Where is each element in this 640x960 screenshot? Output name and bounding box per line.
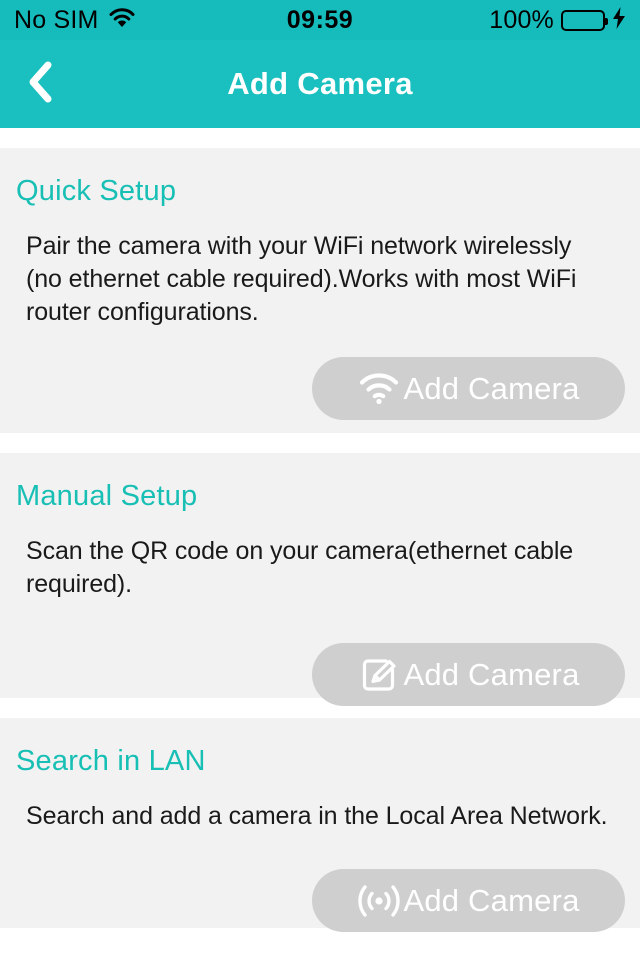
card-action-row: Add Camera (0, 643, 640, 707)
card-heading: Manual Setup (16, 480, 198, 512)
add-camera-button-label: Add Camera (403, 657, 580, 693)
card-heading: Search in LAN (16, 745, 206, 777)
add-camera-button-label: Add Camera (403, 883, 580, 919)
card-heading: Quick Setup (16, 175, 177, 207)
pencil-square-icon (357, 655, 401, 695)
card-quick-setup: Quick Setup Pair the camera with your Wi… (0, 148, 640, 433)
spacer-top (0, 128, 640, 148)
status-bar: No SIM 09:59 100% (0, 0, 640, 40)
card-search-in-lan: Search in LAN Search and add a camera in… (0, 718, 640, 933)
navigation-bar: Add Camera (0, 40, 640, 128)
card-action-row: Add Camera (0, 869, 640, 933)
add-camera-button-quick-setup[interactable]: Add Camera (312, 356, 625, 420)
add-camera-button-search-lan[interactable]: Add Camera (312, 869, 625, 933)
card-description: Search and add a camera in the Local Are… (26, 801, 608, 830)
back-button[interactable] (18, 61, 64, 107)
add-camera-button-manual-setup[interactable]: Add Camera (312, 643, 625, 707)
status-bar-left: No SIM (14, 5, 135, 34)
page-title: Add Camera (227, 66, 413, 101)
carrier-label: No SIM (14, 5, 99, 34)
lightning-bolt-icon (612, 6, 626, 34)
battery-full-icon (561, 9, 608, 31)
broadcast-signal-icon (357, 881, 401, 921)
add-camera-button-label: Add Camera (403, 370, 580, 406)
card-action-row: Add Camera (0, 356, 640, 420)
wifi-icon (357, 368, 401, 408)
chevron-left-icon (27, 60, 55, 109)
card-manual-setup: Manual Setup Scan the QR code on your ca… (0, 453, 640, 707)
content-area: Quick Setup Pair the camera with your Wi… (0, 128, 640, 933)
battery-percent-label: 100% (489, 5, 554, 34)
wifi-icon (109, 7, 135, 33)
card-description: Scan the QR code on your camera(ethernet… (26, 536, 574, 599)
card-description: Pair the camera with your WiFi network w… (26, 231, 577, 327)
status-bar-right: 100% (489, 5, 626, 34)
spacer-card1-card2 (0, 433, 640, 453)
